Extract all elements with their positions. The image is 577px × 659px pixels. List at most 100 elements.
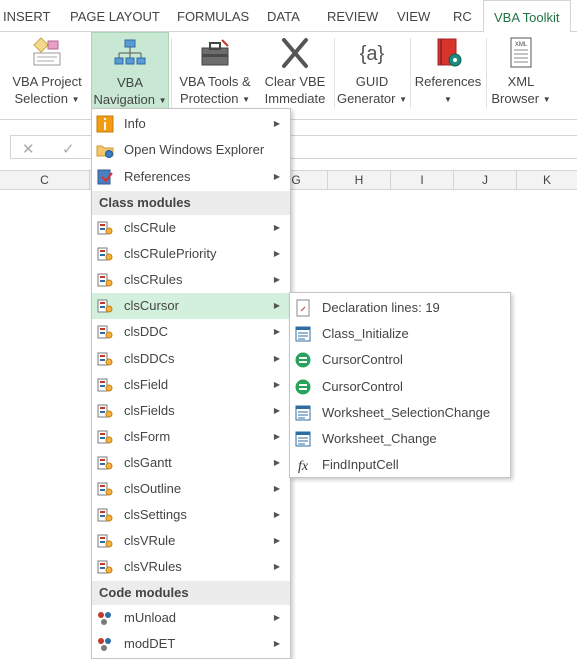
chevron-down-icon: ▼ <box>71 95 80 105</box>
chevron-down-icon: ▼ <box>399 95 408 105</box>
submenu-item[interactable]: Declaration lines: 19 <box>290 295 510 321</box>
ribbon-separator <box>334 38 335 108</box>
vba-navigation-menu: Info ▶ Open Windows Explorer References … <box>91 108 291 659</box>
chevron-right-icon: ▶ <box>273 510 280 520</box>
guid-generator-button[interactable]: {a} GUID Generator ▼ <box>336 32 408 112</box>
clscursor-submenu: Declaration lines: 19 Class_Initialize Cur… <box>289 292 511 478</box>
tab-rc[interactable]: RC <box>453 0 472 32</box>
cancel-icon[interactable]: ✕ <box>22 140 35 158</box>
menu-item-label: Open Windows Explorer <box>124 142 265 157</box>
vba-project-selection-line2: Selection <box>14 91 68 106</box>
menu-item-label: modDET <box>124 636 176 651</box>
column-header[interactable]: C <box>0 171 90 190</box>
tab-review[interactable]: REVIEW <box>327 0 378 32</box>
chevron-right-icon: ▶ <box>273 639 280 648</box>
ribbon-separator <box>171 38 172 108</box>
vba-navigation-button[interactable]: VBA Navigation ▼ <box>91 32 169 112</box>
class-module-icon <box>97 273 113 287</box>
formula-input[interactable] <box>289 135 577 159</box>
tab-formulas[interactable]: FORMULAS <box>177 0 249 32</box>
menu-item-class-module[interactable]: clsCRulePriority ▶ <box>92 241 290 267</box>
menu-item-class-module[interactable]: clsDDCs ▶ <box>92 346 290 372</box>
column-header[interactable]: I <box>391 171 454 190</box>
menu-item-class-module[interactable]: clsVRules ▶ <box>92 554 290 580</box>
menu-item-code-module[interactable]: mUnload ▶ <box>92 605 290 631</box>
submenu-item[interactable]: Worksheet_SelectionChange <box>290 400 510 426</box>
menu-item-class-module[interactable]: clsGantt ▶ <box>92 450 290 476</box>
menu-item-class-module[interactable]: clsFields ▶ <box>92 398 290 424</box>
function-fx-icon: fx <box>298 459 309 474</box>
menu-item-label: clsCRules <box>124 272 183 288</box>
svg-text:XML: XML <box>515 42 528 48</box>
menu-item-label: clsCursor <box>124 298 179 314</box>
menu-item-label: clsFields <box>124 402 175 418</box>
chevron-right-icon: ▶ <box>273 223 280 232</box>
menu-item-class-module[interactable]: clsForm ▶ <box>92 424 290 450</box>
tab-page-layout[interactable]: PAGE LAYOUT <box>70 0 160 32</box>
menu-item-class-module[interactable]: clsVRule ▶ <box>92 528 290 554</box>
clear-x-icon <box>282 38 308 68</box>
submenu-item[interactable]: fx FindInputCell <box>290 452 510 478</box>
code-module-icon <box>98 638 111 651</box>
code-module-icon <box>98 612 111 625</box>
chevron-right-icon: ▶ <box>273 249 280 259</box>
tab-insert[interactable]: INSERT <box>3 0 50 32</box>
menu-item-label: Info <box>124 116 146 131</box>
vba-tools-line1: VBA Tools & <box>179 74 251 89</box>
xml-document-icon: XML <box>510 37 532 68</box>
references-icon <box>97 169 113 185</box>
chevron-right-icon: ▶ <box>273 536 280 546</box>
procedure-icon <box>295 405 311 421</box>
chevron-right-icon: ▶ <box>273 353 280 363</box>
tab-data[interactable]: DATA <box>267 0 300 32</box>
declaration-icon <box>296 299 310 317</box>
menu-item-open-windows-explorer[interactable]: Open Windows Explorer <box>92 137 290 163</box>
property-icon <box>295 352 311 368</box>
submenu-item[interactable]: Class_Initialize <box>290 321 510 347</box>
menu-item-references[interactable]: References ▶ <box>92 164 290 190</box>
references-button[interactable]: References ▼ <box>412 32 484 112</box>
submenu-item-label: FindInputCell <box>322 457 399 473</box>
guid-line1: GUID <box>355 74 389 89</box>
menu-item-label: clsOutline <box>124 481 182 496</box>
vba-tools-protection-button[interactable]: VBA Tools & Protection ▼ <box>174 32 256 112</box>
vba-tools-line2: Protection <box>179 91 239 106</box>
menu-item-info[interactable]: Info ▶ <box>92 111 290 137</box>
submenu-item[interactable]: CursorControl <box>290 347 510 373</box>
vba-navigation-line2: Navigation <box>93 92 155 107</box>
xml-browser-button[interactable]: XML XML Browser ▼ <box>488 32 554 112</box>
tab-vba-toolkit[interactable]: VBA Toolkit <box>483 0 571 33</box>
menu-item-class-module[interactable]: clsOutline ▶ <box>92 476 290 502</box>
vba-project-selection-button[interactable]: VBA Project Selection ▼ <box>8 32 86 112</box>
class-module-icon <box>97 221 113 235</box>
menu-item-label: clsSettings <box>124 507 187 523</box>
property-icon <box>295 379 311 395</box>
menu-item-class-module[interactable]: clsDDC ▶ <box>92 319 290 345</box>
chevron-right-icon: ▶ <box>273 562 280 572</box>
submenu-item[interactable]: CursorControl <box>290 374 510 400</box>
menu-item-class-module[interactable]: clsSettings ▶ <box>92 502 290 528</box>
vba-navigation-line1: VBA <box>116 75 143 90</box>
enter-icon[interactable]: ✓ <box>62 140 75 158</box>
menu-item-class-module[interactable]: clsCRules ▶ <box>92 267 290 293</box>
menu-item-class-module[interactable]: clsCursor ▶ <box>92 293 290 320</box>
column-header[interactable]: H <box>328 171 391 190</box>
submenu-item[interactable]: Worksheet_Change <box>290 426 510 452</box>
menu-item-class-module[interactable]: clsField ▶ <box>92 372 290 398</box>
chevron-right-icon: ▶ <box>273 172 280 181</box>
clear-vbe-line2: Immediate <box>264 91 326 106</box>
menu-item-class-module[interactable]: clsCRule ▶ <box>92 215 290 241</box>
folder-explorer-icon <box>96 145 114 158</box>
procedure-icon <box>295 326 311 342</box>
clear-vbe-immediate-button[interactable]: Clear VBE Immediate <box>259 32 331 112</box>
menu-item-code-module[interactable]: modDET ▶ <box>92 631 290 657</box>
ribbon: VBA Project Selection ▼ VBA Navigation ▼ <box>0 32 577 120</box>
menu-item-label: References <box>124 169 191 184</box>
menu-item-label: clsVRules <box>124 559 182 575</box>
tab-view[interactable]: VIEW <box>397 0 430 32</box>
references-line1: References <box>414 74 482 89</box>
column-header[interactable]: K <box>517 171 577 190</box>
column-header[interactable]: J <box>454 171 517 190</box>
navigation-tree-icon <box>114 39 146 65</box>
menu-item-label: clsDDCs <box>124 350 175 366</box>
